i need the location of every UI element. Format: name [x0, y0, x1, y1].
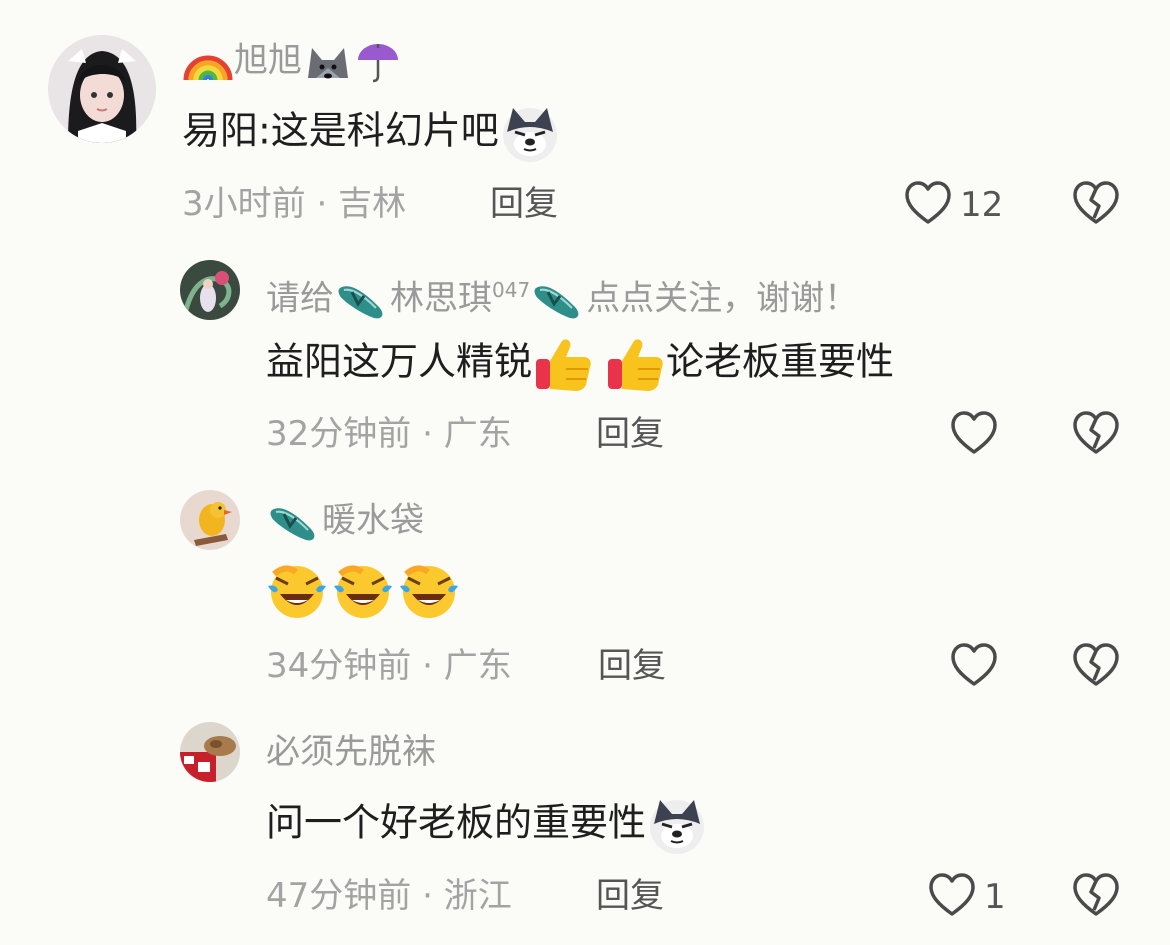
flip-flop-icon	[530, 278, 586, 322]
username-prefix: 请给	[266, 278, 334, 319]
like-button[interactable]	[950, 410, 1006, 460]
comment-text-body: 易阳:这是科幻片吧	[182, 108, 499, 153]
like-count: 12	[960, 185, 1004, 225]
comment-1: 旭旭 易阳:这是科幻片吧 3小时前 · 吉林 回复 12	[0, 0, 1170, 240]
comment-meta: 32分钟前 · 广东	[266, 414, 512, 454]
husky-icon	[499, 104, 561, 162]
comment-text: 问一个好老板的重要性	[266, 796, 708, 854]
comment-meta: 3小时前 · 吉林	[182, 184, 406, 224]
avatar[interactable]	[48, 35, 156, 143]
comment-3: 暖水袋 34分钟前 · 广东 回复	[0, 470, 1170, 700]
like-count: 1	[984, 877, 1006, 917]
like-button[interactable]: 1	[928, 872, 1006, 922]
broken-heart-icon	[1072, 181, 1120, 230]
avatar[interactable]	[180, 490, 240, 550]
avatar[interactable]	[180, 260, 240, 320]
location: 浙江	[443, 876, 512, 916]
heart-icon	[950, 410, 998, 460]
flip-flop-icon	[266, 500, 322, 544]
like-button[interactable]	[950, 642, 1006, 692]
heart-icon	[928, 872, 976, 922]
laughing-tears-icon	[332, 562, 394, 622]
broken-heart-icon	[1072, 411, 1120, 460]
username[interactable]: 必须先脱袜	[266, 732, 436, 772]
rainbow-icon	[182, 42, 234, 82]
husky-icon	[646, 796, 708, 854]
broken-heart-icon	[1072, 873, 1120, 922]
like-button[interactable]: 12	[904, 180, 1003, 230]
timestamp: 32分钟前	[266, 414, 412, 454]
dislike-button[interactable]	[1072, 642, 1120, 692]
separator: ·	[316, 184, 328, 224]
separator: ·	[422, 414, 433, 454]
reply-button[interactable]: 回复	[596, 414, 664, 454]
comment-text-suffix: 论老板重要性	[666, 339, 895, 384]
laughing-tears-icon	[266, 562, 328, 622]
comment-text	[266, 562, 460, 622]
comment-4: 必须先脱袜 问一个好老板的重要性 47分钟前 · 浙江 回复 1	[0, 700, 1170, 945]
username-text: 旭旭	[234, 40, 302, 81]
location: 广东	[443, 646, 512, 686]
comment-text: 益阳这万人精锐 论老板重要性	[266, 335, 894, 393]
comment-text-body: 益阳这万人精锐	[266, 339, 533, 384]
reply-button[interactable]: 回复	[596, 876, 664, 916]
comment-meta: 34分钟前 · 广东	[266, 646, 512, 686]
username-sup: 047	[492, 278, 531, 302]
timestamp: 3小时前	[182, 184, 306, 224]
comment-2: 请给 林思琪047 点点关注，谢谢！ 益阳这万人精锐 论老板重要性 32分钟前 …	[0, 240, 1170, 470]
comment-text-body: 问一个好老板的重要性	[266, 800, 647, 845]
location: 广东	[443, 414, 512, 454]
username-middle: 林思琪	[390, 278, 492, 319]
dislike-button[interactable]	[1072, 872, 1120, 922]
username-text: 暖水袋	[322, 500, 424, 541]
username[interactable]: 旭旭	[182, 40, 402, 84]
location: 吉林	[338, 184, 407, 224]
comment-meta: 47分钟前 · 浙江	[266, 876, 512, 916]
dislike-button[interactable]	[1072, 410, 1120, 460]
thumbs-up-icon	[532, 335, 594, 393]
laughing-tears-icon	[398, 562, 460, 622]
timestamp: 34分钟前	[266, 646, 412, 686]
avatar[interactable]	[180, 722, 240, 782]
username[interactable]: 请给 林思琪047 点点关注，谢谢！	[266, 270, 858, 322]
dislike-button[interactable]	[1072, 180, 1120, 230]
username-text: 必须先脱袜	[266, 732, 436, 772]
umbrella-icon	[354, 40, 402, 84]
timestamp: 47分钟前	[266, 876, 412, 916]
heart-icon	[950, 642, 998, 692]
broken-heart-icon	[1072, 643, 1120, 692]
heart-icon	[904, 180, 952, 230]
separator: ·	[422, 876, 433, 916]
thumbs-up-icon	[604, 335, 666, 393]
wolf-icon	[302, 40, 354, 84]
flip-flop-icon	[334, 278, 390, 322]
reply-button[interactable]: 回复	[490, 184, 558, 224]
reply-button[interactable]: 回复	[598, 646, 666, 686]
separator: ·	[422, 646, 433, 686]
comment-text: 易阳:这是科幻片吧	[182, 104, 561, 162]
username[interactable]: 暖水袋	[266, 500, 424, 544]
username-suffix: 点点关注，谢谢！	[586, 278, 859, 319]
